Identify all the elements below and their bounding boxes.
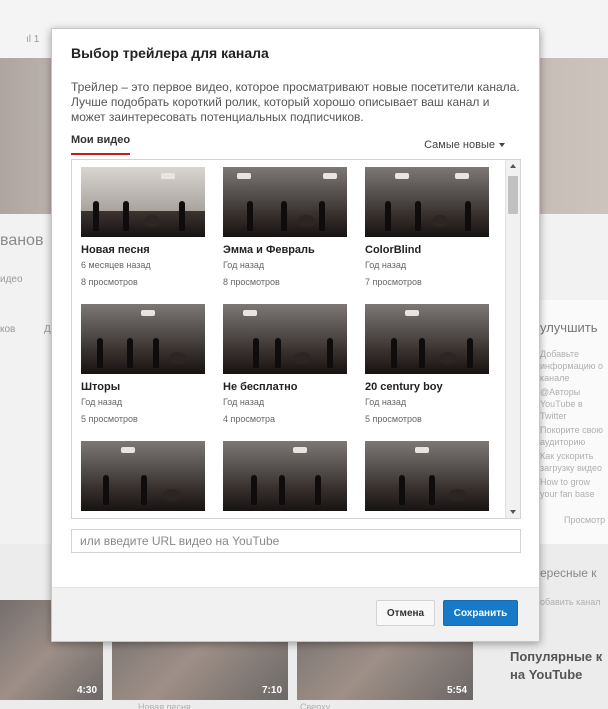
video-views: 5 просмотров bbox=[81, 414, 138, 424]
video-title: Эмма и Февраль bbox=[223, 244, 315, 256]
video-views: 8 просмотров bbox=[223, 277, 280, 287]
video-thumbnail bbox=[365, 304, 489, 374]
video-title: 20 century boy bbox=[365, 381, 443, 393]
video-thumbnail bbox=[365, 441, 489, 511]
scroll-up-icon[interactable] bbox=[510, 164, 516, 168]
bg-duration: 4:30 bbox=[76, 685, 97, 696]
bg-interesting-sub: обавить канал bbox=[540, 597, 601, 607]
video-card[interactable]: Новая песня 6 месяцев назад 8 просмотров bbox=[81, 167, 205, 290]
video-thumbnail bbox=[81, 304, 205, 374]
chevron-down-icon bbox=[499, 143, 505, 148]
bg-duration: 7:10 bbox=[261, 685, 282, 696]
video-age: Год назад bbox=[365, 397, 407, 407]
video-age: Год назад bbox=[223, 397, 265, 407]
video-title: Шторы bbox=[81, 381, 121, 393]
bg-nav-fragment2: Д bbox=[44, 324, 51, 335]
bg-popular-title: Популярные к на YouTube bbox=[510, 649, 603, 682]
trailer-dialog: Выбор трейлера для канала Трейлер – это … bbox=[51, 28, 540, 642]
sort-label: Самые новые bbox=[424, 139, 495, 151]
dialog-footer: Отмена Сохранить bbox=[52, 587, 539, 641]
video-views: 4 просмотра bbox=[223, 414, 276, 424]
video-age: 6 месяцев назад bbox=[81, 260, 151, 270]
video-card[interactable] bbox=[223, 441, 347, 518]
video-grid: Новая песня 6 месяцев назад 8 просмотров… bbox=[71, 159, 521, 519]
bg-improve-item: Добавьте информацию о канале bbox=[540, 349, 604, 383]
bg-duration: 5:54 bbox=[446, 685, 467, 696]
bg-improve-item: Как ускорить загрузку видео bbox=[540, 451, 603, 473]
video-card[interactable]: Шторы Год назад 5 просмотров bbox=[81, 304, 205, 427]
video-title: Не бесплатно bbox=[223, 381, 298, 393]
dialog-title: Выбор трейлера для канала bbox=[71, 45, 269, 61]
video-card[interactable]: ColorBlind Год назад 7 просмотров bbox=[365, 167, 489, 290]
bg-channel-name: ванов bbox=[0, 232, 44, 249]
bg-tab-fragment: идео bbox=[0, 274, 23, 285]
video-views: 7 просмотров bbox=[365, 277, 422, 287]
video-views: 8 просмотров bbox=[81, 277, 138, 287]
video-card[interactable]: Эмма и Февраль Год назад 8 просмотров bbox=[223, 167, 347, 290]
video-views: 5 просмотров bbox=[365, 414, 422, 424]
video-title: Новая песня bbox=[81, 244, 150, 256]
video-thumbnail bbox=[223, 304, 347, 374]
bg-bottom-fragment: Новая песня bbox=[138, 702, 191, 709]
video-thumbnail bbox=[365, 167, 489, 237]
grid-scrollbar[interactable] bbox=[505, 160, 520, 518]
bg-improve-item: Покорите свою аудиторию bbox=[540, 425, 604, 447]
sort-dropdown[interactable]: Самые новые bbox=[424, 139, 505, 151]
video-card[interactable]: Не бесплатно Год назад 4 просмотра bbox=[223, 304, 347, 427]
video-thumbnail bbox=[223, 167, 347, 237]
save-button[interactable]: Сохранить bbox=[443, 600, 518, 626]
dialog-description: Трейлер – это первое видео, которое прос… bbox=[71, 80, 520, 124]
video-thumbnail bbox=[81, 167, 205, 237]
video-age: Год назад bbox=[223, 260, 265, 270]
bg-improve-item: @Авторы YouTube в Twitter bbox=[540, 387, 583, 421]
video-thumbnail bbox=[81, 441, 205, 511]
youtube-url-input[interactable] bbox=[71, 529, 521, 553]
bg-nav-fragment: ков bbox=[0, 324, 16, 335]
video-age: Год назад bbox=[365, 260, 407, 270]
video-thumbnail bbox=[223, 441, 347, 511]
bg-header-hint: ıl 1 bbox=[26, 34, 40, 45]
cancel-button[interactable]: Отмена bbox=[376, 600, 435, 626]
bg-more-link: Просмотр bbox=[564, 515, 606, 525]
bg-interesting-title: ересные к bbox=[540, 566, 597, 580]
bg-improve-title: улучшить bbox=[540, 320, 598, 335]
video-card[interactable]: 20 century boy Год назад 5 просмотров bbox=[365, 304, 489, 427]
video-title: ColorBlind bbox=[365, 244, 422, 256]
scroll-down-icon[interactable] bbox=[510, 510, 516, 514]
video-age: Год назад bbox=[81, 397, 123, 407]
bg-improve-item: How to grow your fan base bbox=[540, 477, 595, 499]
scrollbar-thumb[interactable] bbox=[508, 176, 518, 214]
tab-my-videos[interactable]: Мои видео bbox=[71, 134, 131, 155]
bg-bottom-fragment: Сверху bbox=[300, 702, 331, 709]
video-card[interactable] bbox=[365, 441, 489, 518]
video-card[interactable] bbox=[81, 441, 205, 518]
